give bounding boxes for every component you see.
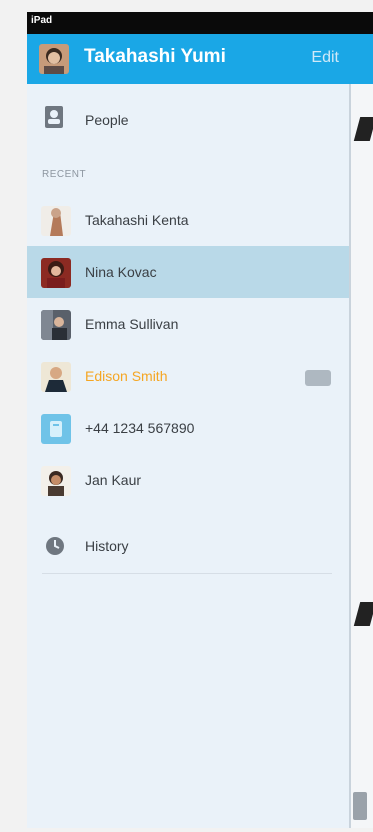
- recent-item-name: Nina Kovac: [85, 264, 157, 280]
- sidebar: People RECENT Takahashi Kenta Nina Kovac…: [27, 84, 349, 828]
- recent-item-name: +44 1234 567890: [85, 420, 195, 436]
- recent-item[interactable]: Nina Kovac: [27, 246, 349, 298]
- contacts-icon: [45, 106, 63, 133]
- nav-history-label: History: [85, 538, 129, 554]
- recent-item[interactable]: Takahashi Kenta: [27, 194, 349, 246]
- recent-item-name: Takahashi Kenta: [85, 212, 189, 228]
- user-avatar[interactable]: [39, 44, 69, 74]
- status-bar: iPad: [27, 12, 373, 34]
- recent-section-label: RECENT: [42, 169, 87, 180]
- carrier-label: iPad: [31, 15, 53, 26]
- recent-item-active-call[interactable]: Edison Smith: [27, 350, 349, 402]
- nav-people[interactable]: People: [27, 94, 349, 146]
- clock-icon: [45, 536, 65, 561]
- header-bar: Takahashi Yumi Edit: [27, 34, 349, 84]
- nav-people-label: People: [85, 112, 129, 128]
- recent-item-name: Jan Kaur: [85, 472, 142, 488]
- bottom-control[interactable]: [353, 792, 367, 820]
- user-name-title: Takahashi Yumi: [84, 46, 226, 67]
- recent-item[interactable]: Jan Kaur: [27, 454, 349, 506]
- recent-item[interactable]: Emma Sullivan: [27, 298, 349, 350]
- device-screen: iPad Takahashi Yumi Edit People RECENT T…: [27, 12, 373, 828]
- sidebar-divider: [42, 573, 332, 574]
- content-pane-edge: [351, 84, 373, 828]
- avatar: [41, 310, 71, 340]
- recent-item[interactable]: +44 1234 567890: [27, 402, 349, 454]
- header-right-area: [349, 34, 373, 84]
- phone-number-icon: [41, 414, 71, 449]
- recent-item-name: Emma Sullivan: [85, 316, 179, 332]
- video-call-icon[interactable]: [305, 370, 331, 386]
- edit-button[interactable]: Edit: [311, 49, 339, 67]
- avatar: [41, 258, 71, 288]
- recent-item-name: Edison Smith: [85, 368, 168, 384]
- avatar: [41, 466, 71, 496]
- avatar: [41, 206, 71, 236]
- nav-history[interactable]: History: [27, 520, 349, 572]
- avatar: [41, 362, 71, 392]
